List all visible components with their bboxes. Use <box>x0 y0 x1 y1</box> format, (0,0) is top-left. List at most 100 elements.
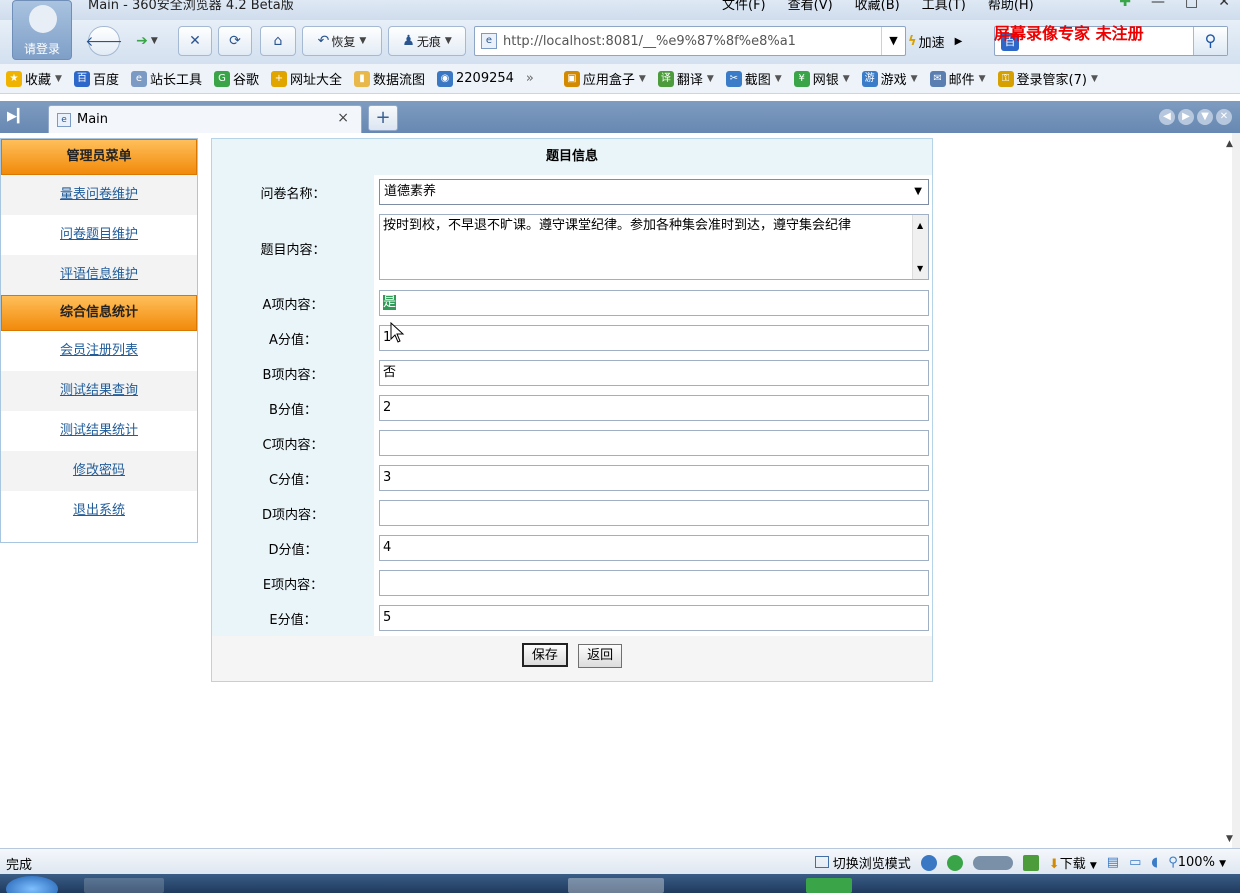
scroll-up-icon[interactable]: ▲ <box>1226 139 1233 149</box>
d-content-input[interactable] <box>379 500 929 526</box>
question-maintenance-link[interactable]: 问卷题目维护 <box>60 227 138 242</box>
tab-prev-icon[interactable]: ◀ <box>1159 109 1175 125</box>
comment-maintenance-link[interactable]: 评语信息维护 <box>60 267 138 282</box>
monitor-icon[interactable]: ▭ <box>1129 855 1141 870</box>
c-content-cell <box>374 426 932 461</box>
toggle-switch-icon[interactable] <box>972 855 1013 870</box>
speed-up-button[interactable]: ϟ 加速 ▶ <box>908 26 988 56</box>
scale-questionnaire-link[interactable]: 量表问卷维护 <box>60 187 138 202</box>
c-content-input[interactable] <box>379 430 929 456</box>
questionnaire-select[interactable]: 道德素养 ▼ <box>379 179 929 205</box>
favorite-google[interactable]: G 谷歌 <box>213 69 259 88</box>
tab-next-icon[interactable]: ▶ <box>1178 109 1194 125</box>
stats-menu-header: 综合信息统计 <box>1 295 197 331</box>
minimize-icon[interactable]: — <box>1151 0 1165 10</box>
taskbar-item[interactable] <box>84 878 164 893</box>
scroll-down-icon[interactable]: ▼ <box>917 260 923 277</box>
menu-view[interactable]: 查看(V) <box>788 0 833 13</box>
address-dropdown-icon[interactable]: ▼ <box>881 27 905 55</box>
incognito-button[interactable]: ♟ 无痕 ▼ <box>388 26 466 56</box>
ie-icon[interactable] <box>920 854 937 871</box>
taskbar-item[interactable] <box>568 878 664 893</box>
download-button[interactable]: ⬇下载 ▼ <box>1049 853 1097 872</box>
play-arrow-icon[interactable]: ▶ <box>955 36 963 47</box>
tab-list-icon[interactable]: ▼ <box>1197 109 1213 125</box>
menu-favorites[interactable]: 收藏(B) <box>855 0 900 13</box>
close-tab-icon[interactable]: × <box>337 110 349 126</box>
zoom-control[interactable]: ⚲100% ▼ <box>1168 855 1226 870</box>
tab-main[interactable]: e Main × <box>48 105 362 133</box>
a-score-input[interactable]: 1 <box>379 325 929 351</box>
tab-close-all-icon[interactable]: ✕ <box>1216 109 1232 125</box>
a-content-input[interactable]: 是 <box>379 290 929 316</box>
back-button[interactable]: 返回 <box>578 644 623 668</box>
start-button[interactable] <box>6 876 58 893</box>
maximize-icon[interactable]: □ <box>1185 0 1198 10</box>
favorite-webmaster-tools[interactable]: e 站长工具 <box>130 69 202 88</box>
search-button[interactable]: ⚲ <box>1193 27 1227 55</box>
menu-file[interactable]: 文件(F) <box>722 0 766 13</box>
questionnaire-selected-value: 道德素养 <box>384 184 437 199</box>
sidebar-item-question-maintenance: 问卷题目维护 <box>1 215 197 255</box>
avatar[interactable]: 请登录 <box>12 0 72 60</box>
favorites-more[interactable]: » <box>526 71 534 86</box>
address-url[interactable]: http://localhost:8081/__%e9%87%8f%e8%a1 <box>503 34 796 49</box>
favorite-url-directory[interactable]: + 网址大全 <box>270 69 342 88</box>
new-tab-button[interactable]: + <box>368 105 398 131</box>
logout-link[interactable]: 退出系统 <box>73 503 125 518</box>
b-score-input[interactable]: 2 <box>379 395 929 421</box>
result-query-link[interactable]: 测试结果查询 <box>60 383 138 398</box>
result-stats-link[interactable]: 测试结果统计 <box>60 423 138 438</box>
favorite-data-flow[interactable]: ▮ 数据流图 <box>354 69 425 88</box>
address-bar[interactable]: e http://localhost:8081/__%e9%87%8f%e8%a… <box>474 26 906 56</box>
favorites-menu[interactable]: ★ 收藏 ▼ <box>6 69 62 88</box>
restore-button[interactable]: ↶ 恢复 ▼ <box>302 26 382 56</box>
dropdown-icon: ▼ <box>774 73 782 84</box>
scroll-up-icon[interactable]: ▲ <box>917 217 923 234</box>
menu-tools[interactable]: 工具(T) <box>922 0 966 13</box>
d-score-input[interactable]: 4 <box>379 535 929 561</box>
translate-menu[interactable]: 译翻译 ▼ <box>657 69 714 88</box>
favorite-baidu[interactable]: 百百度 <box>73 69 119 88</box>
page-icon: e <box>130 70 147 87</box>
taskbar-item[interactable] <box>806 878 852 893</box>
search-icon: ⚲ <box>1204 31 1217 50</box>
sidebar-item-scale-questionnaire: 量表问卷维护 <box>1 175 197 215</box>
app-box-menu[interactable]: ▣ 应用盒子 ▼ <box>563 69 646 88</box>
menu-help[interactable]: 帮助(H) <box>988 0 1034 13</box>
change-password-link[interactable]: 修改密码 <box>73 463 125 478</box>
e-score-input[interactable]: 5 <box>379 605 929 631</box>
back-button[interactable]: 🡐 <box>85 26 123 56</box>
forward-button[interactable]: ➔ ▼ <box>124 26 170 56</box>
online-bank-menu[interactable]: ¥ 网银 ▼ <box>793 69 850 88</box>
box-icon: ▣ <box>563 70 580 87</box>
b-content-input[interactable]: 否 <box>379 360 929 386</box>
login-manager-menu[interactable]: ⚿ 登录管家(7) ▼ <box>997 69 1098 88</box>
e-content-cell <box>374 566 932 601</box>
skin-icon[interactable]: ✚ <box>1119 0 1131 10</box>
mail-menu[interactable]: ✉ 邮件 ▼ <box>929 69 986 88</box>
page-scrollbar[interactable]: ▲ ▼ <box>1226 133 1240 848</box>
stop-button[interactable]: ✕ <box>178 26 212 56</box>
member-list-link[interactable]: 会员注册列表 <box>60 343 138 358</box>
screenshot-menu[interactable]: ✂ 截图 ▼ <box>725 69 782 88</box>
e-content-input[interactable] <box>379 570 929 596</box>
scroll-down-icon[interactable]: ▼ <box>1226 834 1233 844</box>
question-content-textarea[interactable]: 按时到校，不早退不旷课。遵守课堂纪律。参加各种集会准时到达，遵守集会纪律 ▲ ▼ <box>379 214 929 280</box>
browse-mode-toggle[interactable]: 切换浏览模式 <box>814 853 911 872</box>
c-score-input[interactable]: 3 <box>379 465 929 491</box>
save-button[interactable]: 保存 <box>521 643 568 667</box>
clipboard-icon[interactable]: ▤ <box>1107 855 1119 870</box>
favorites-dropdown-icon: ▼ <box>55 73 62 84</box>
close-window-icon[interactable]: ✕ <box>1218 0 1230 10</box>
home-button[interactable]: ⌂ <box>260 26 296 56</box>
game-menu[interactable]: 游游戏 ▼ <box>861 69 918 88</box>
textarea-scrollbar[interactable]: ▲ ▼ <box>912 215 928 279</box>
image-icon[interactable] <box>1022 854 1039 871</box>
refresh-button[interactable]: ⟳ <box>218 26 252 56</box>
nav-icon: + <box>270 70 287 87</box>
shield-icon[interactable] <box>946 854 963 871</box>
sidebar-toggle-icon[interactable]: ▶▎ <box>6 107 28 127</box>
favorite-2209254[interactable]: ◉ 2209254 <box>437 70 514 87</box>
speaker-icon[interactable]: ◖ <box>1151 855 1158 870</box>
